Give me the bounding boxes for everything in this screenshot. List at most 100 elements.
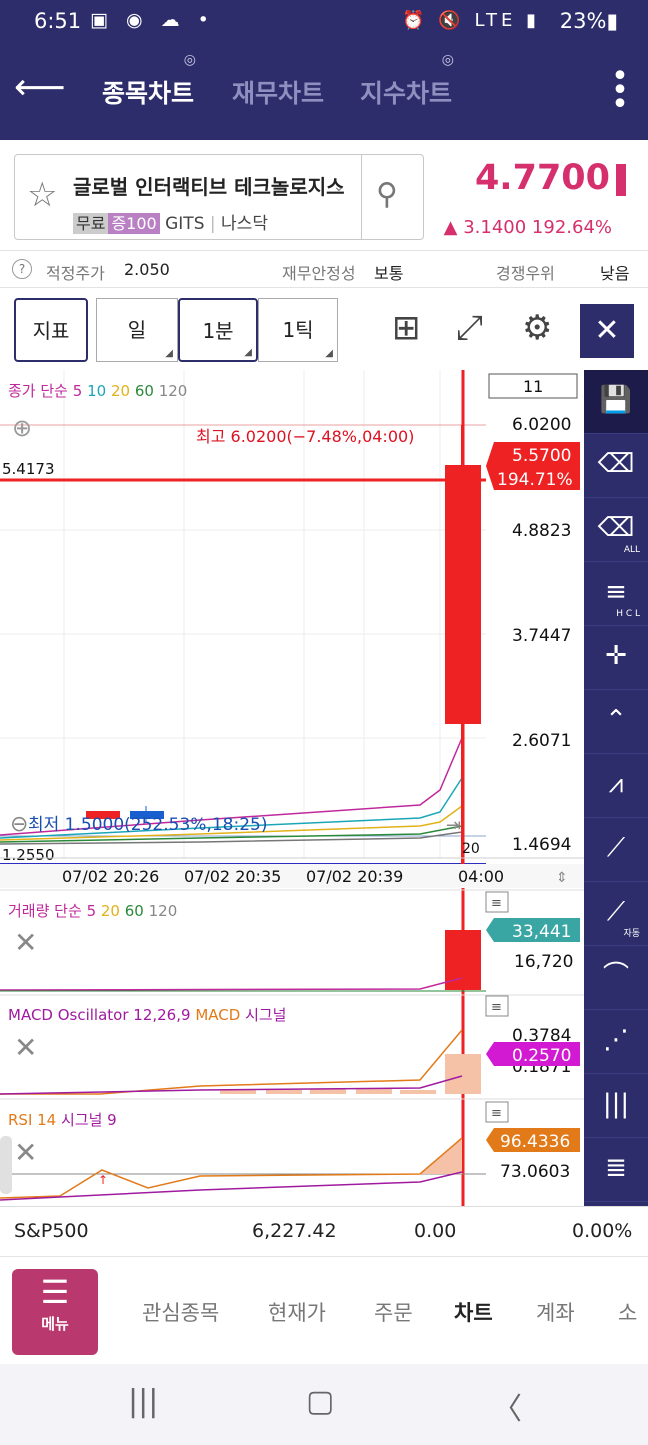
menu-button[interactable]: ☰ 메뉴 (12, 1269, 98, 1355)
period-day-button[interactable]: 일 ◢ (96, 298, 178, 362)
y-tick: 6.0200 (512, 415, 571, 435)
price-change: ▲ 3.1400 192.64% (443, 217, 612, 238)
tab-stock-chart[interactable]: 종목차트 ◎ (102, 52, 196, 110)
corner-icon: ◢ (325, 348, 333, 359)
y-tick: 4.8823 (512, 521, 571, 541)
recents-icon[interactable]: ||| (128, 1384, 158, 1419)
tab-index-chart[interactable]: 지수차트 ◎ (360, 52, 454, 110)
app-header: 6:51 ▣ ◉ ☁ • ⏰ 🔇 LTE ▮ 23%▮ ⟵ 종목차트 ◎ 재무차… (0, 0, 648, 140)
y-tick: 1.4694 (512, 835, 571, 855)
index-ticker[interactable]: S&P500 6,227.42 0.00 0.00% (0, 1206, 648, 1256)
rsi-legend: RSI 14 시그널 9 (8, 1111, 117, 1129)
volume-legend: 거래량 단순 5 20 60 120 (8, 902, 177, 920)
x-tick: 07/02 20:35 (184, 867, 281, 886)
fullscreen-icon[interactable]: ⤢ (456, 308, 483, 348)
help-icon[interactable]: ? (12, 259, 32, 279)
eraser-icon[interactable]: ⌫ (584, 434, 648, 498)
eraser-all-icon[interactable]: ⌫ ALL (584, 498, 648, 562)
rsi-tag-value: 96.4336 (500, 1132, 570, 1152)
scroll-updown-icon[interactable]: ⇕ (556, 870, 568, 886)
index-name: S&P500 (14, 1220, 89, 1242)
indicator-button[interactable]: 지표 (14, 298, 88, 362)
chevron-down-icon: ⌄ (333, 179, 345, 195)
price-color-bar (616, 164, 626, 196)
x-tick: 04:00 (458, 867, 504, 886)
stock-name[interactable]: 글로벌 인터랙티브 테크놀로지스 (73, 171, 345, 200)
stability-value: 보통 (374, 264, 404, 283)
tab-finance-chart[interactable]: 재무차트 (232, 74, 324, 110)
tools-icon[interactable]: ✕ (580, 304, 634, 358)
tab-label: 종목차트 (102, 79, 195, 108)
vertical-lines-icon[interactable]: ||| (584, 1074, 648, 1138)
index-change: 0.00 (414, 1220, 457, 1242)
stock-selector[interactable]: ☆ 글로벌 인터랙티브 테크놀로지스 ⌄ 무료 증100 GITS | 나스닥 ⚲ (14, 154, 424, 240)
y-tick: 3.7447 (512, 626, 571, 646)
star-icon[interactable]: ☆ (27, 175, 57, 215)
current-price-tag: 5.5700 (512, 446, 571, 466)
volume-ma-line (0, 977, 463, 991)
corner-icon: ◢ (244, 347, 252, 358)
fair-price-value: 2.050 (124, 260, 170, 279)
nav-order[interactable]: 주문 (374, 1297, 413, 1327)
save-icon[interactable]: 💾 (584, 370, 648, 434)
chart-area[interactable]: 종가 단순 5 10 20 60 120 ⊕ 최고 6.0200(−7.48%,… (0, 370, 584, 1206)
corner-icon: ◢ (165, 348, 173, 359)
tab-label: 지수차트 (360, 79, 453, 108)
gear-icon[interactable]: ⚙ (522, 308, 552, 348)
zoom-icon[interactable]: ⊕ (12, 414, 32, 442)
macd-tag-value: 0.2570 (512, 1046, 571, 1066)
auto-trend-icon[interactable]: ⟋ 자동 (584, 882, 648, 946)
fan-icon[interactable]: ⋰ (584, 1010, 648, 1074)
zoom-out-icon[interactable]: ⊖ (10, 812, 28, 837)
back-arrow-icon[interactable]: ⟵ (14, 66, 66, 110)
nav-more[interactable]: 소 (618, 1297, 637, 1327)
nav-quote[interactable]: 현재가 (268, 1297, 326, 1327)
search-button[interactable]: ⚲ (361, 155, 423, 239)
peak-icon[interactable]: ⌃ (584, 690, 648, 754)
free-badge: 무료 (73, 213, 109, 234)
arrow-up-icon: ↑ (98, 1173, 108, 1187)
competition-value: 낮음 (600, 264, 630, 283)
grid-layout-icon[interactable]: ⊞ (392, 308, 421, 348)
zigzag-icon[interactable]: ⩘ (584, 754, 648, 818)
count-value: 11 (523, 377, 543, 396)
trend-line-icon[interactable]: ⟋ (584, 818, 648, 882)
period-1tick-button[interactable]: 1틱 ◢ (258, 298, 338, 362)
left-top-value: 5.4173 (2, 460, 55, 478)
nav-account[interactable]: 계좌 (536, 1297, 575, 1327)
chart-svg[interactable]: 종가 단순 5 10 20 60 120 ⊕ 최고 6.0200(−7.48%,… (0, 370, 584, 1206)
svg-text:≡: ≡ (491, 1000, 502, 1015)
system-navigation: ||| ▢ 〈 (0, 1364, 648, 1445)
nav-chart[interactable]: 차트 (454, 1297, 493, 1327)
stability-label: 재무안정성 (282, 264, 356, 283)
hamburger-icon: ☰ (40, 1273, 70, 1311)
horizontal-lines-icon[interactable]: ≣ (584, 1138, 648, 1202)
back-icon[interactable]: 〈 (492, 1384, 522, 1428)
arc-icon[interactable]: ⌒ (584, 946, 648, 1010)
nav-watchlist[interactable]: 관심종목 (142, 1297, 219, 1327)
scroll-right-icon[interactable]: ⇥ (446, 815, 461, 836)
drawer-handle[interactable] (0, 1136, 12, 1194)
x-corner: 20 (462, 841, 480, 857)
cross-line-icon[interactable]: ✛ (584, 626, 648, 690)
period-1min-button[interactable]: 1분 ◢ (178, 298, 258, 362)
home-icon[interactable]: ▢ (306, 1384, 334, 1419)
volume-tag-value: 33,441 (512, 922, 571, 942)
close-icon[interactable]: ✕ (14, 1031, 37, 1064)
hcl-lines-icon[interactable]: ≡ H C L (584, 562, 648, 626)
current-pct-tag: 194.71% (497, 470, 573, 490)
valuation-row: ? 적정주가 2.050 재무안정성 보통 경쟁우위 낮음 (0, 250, 648, 288)
macd-legend: MACD Oscillator 12,26,9 MACD 시그널 (8, 1006, 286, 1024)
high-label: 최고 6.0200(−7.48%,04:00) (196, 427, 414, 446)
margin-badge: 증100 (108, 213, 160, 234)
svg-text:≡: ≡ (491, 896, 502, 911)
more-vert-icon[interactable]: • • • (610, 62, 630, 120)
bottom-navigation: ☰ 메뉴 관심종목 현재가 주문 차트 계좌 소 (0, 1256, 648, 1364)
tab-label: 재무차트 (232, 79, 325, 108)
status-bar: 6:51 ▣ ◉ ☁ • ⏰ 🔇 LTE ▮ 23%▮ (0, 0, 648, 44)
stock-tags: 무료 증100 GITS | 나스닥 (73, 209, 268, 234)
close-icon[interactable]: ✕ (14, 1136, 37, 1169)
close-icon[interactable]: ✕ (14, 926, 37, 959)
badge-icon: ◎ (183, 52, 197, 68)
svg-text:≡: ≡ (491, 1106, 502, 1121)
